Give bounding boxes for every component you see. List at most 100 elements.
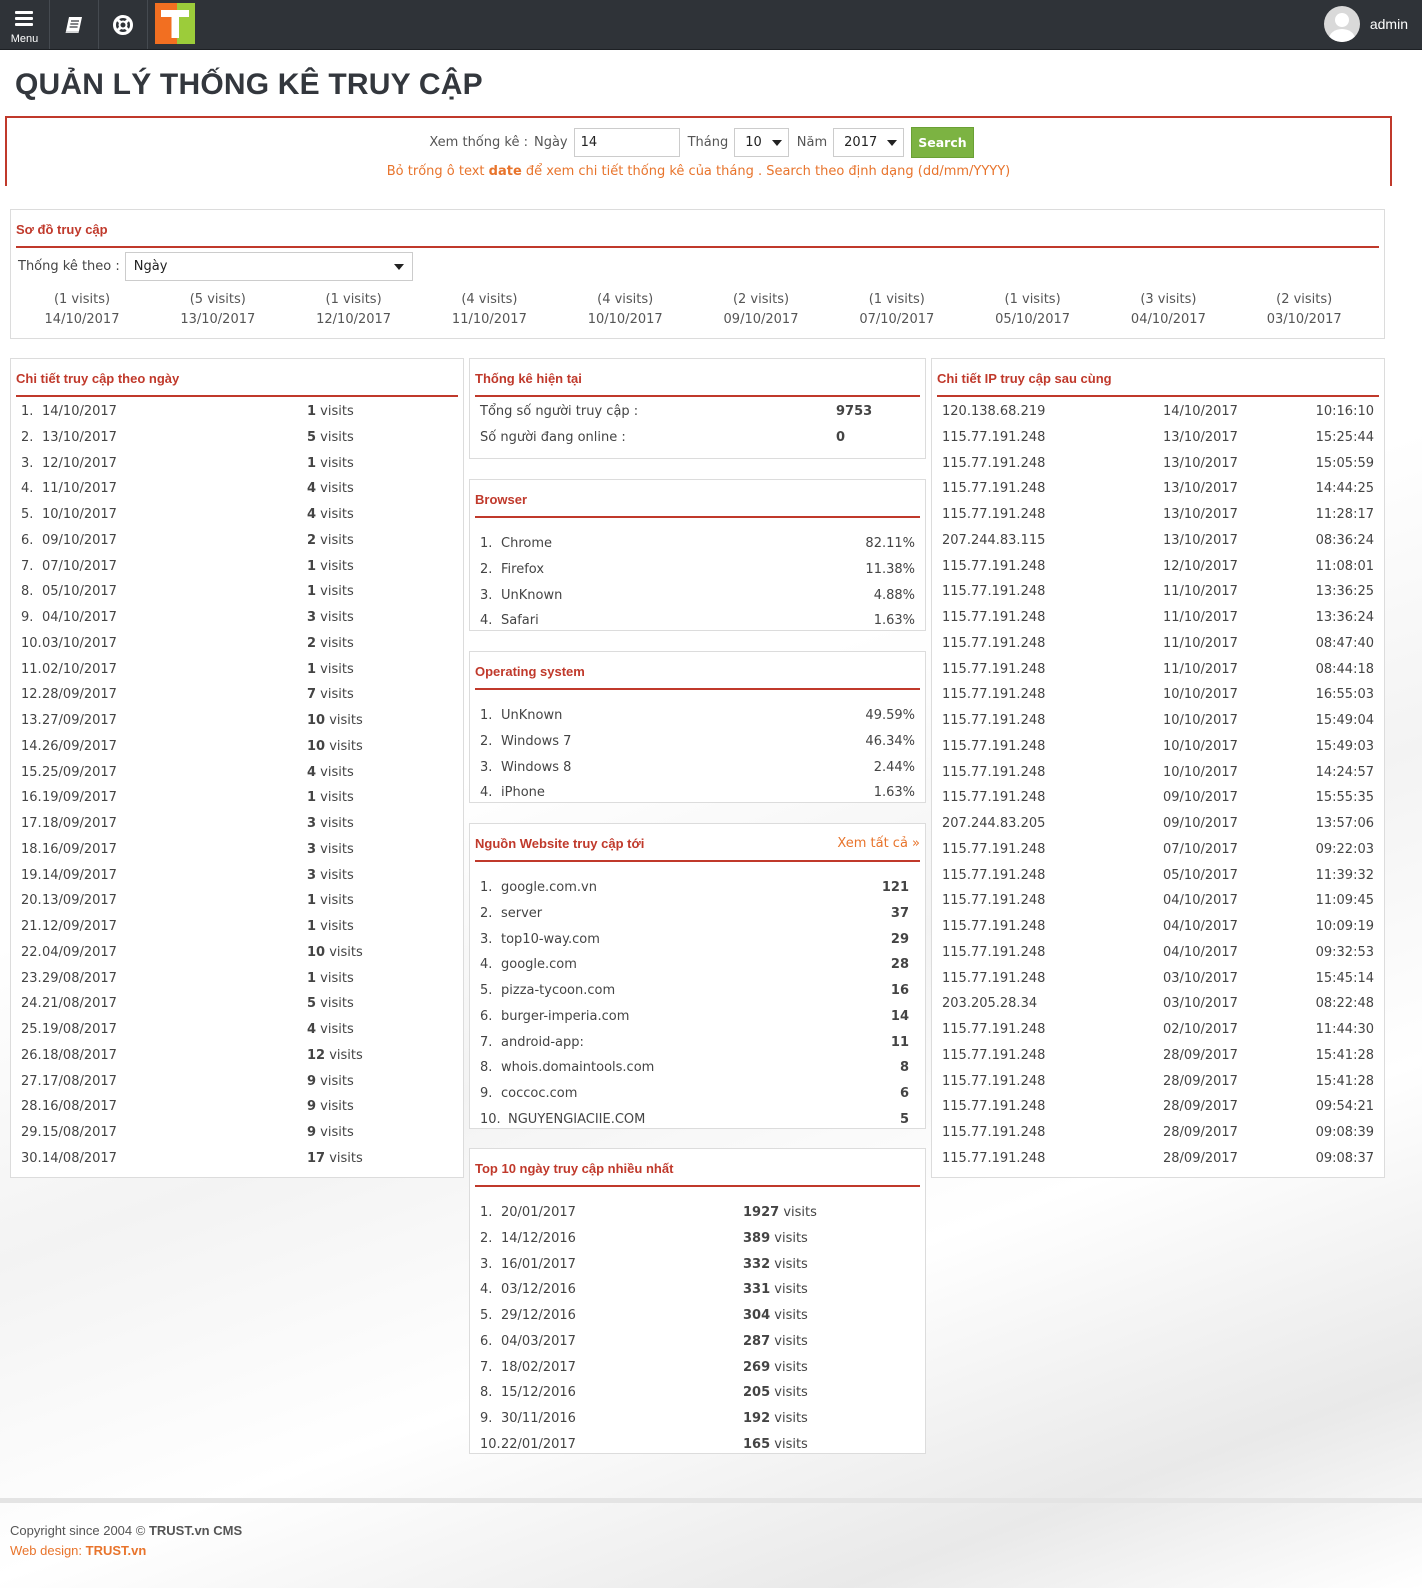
row-date: 20/01/2017 <box>501 1205 576 1220</box>
row-date: 29/08/2017 <box>42 970 117 986</box>
stat-row: Tổng số người truy cập : 9753 <box>480 400 915 425</box>
docs-button[interactable] <box>50 0 99 49</box>
stat-by-select[interactable]: Ngày <box>124 252 413 281</box>
row-date: 03/10/2017 <box>42 635 117 651</box>
view-label: Xem thống kê : <box>429 135 528 150</box>
row-visits: 1 visits <box>307 404 354 419</box>
search-button[interactable]: Search <box>911 127 974 158</box>
list-item: 115.77.191.248 04/10/2017 09:32:53 <box>942 941 1374 966</box>
chart-value-label: (1 visits) <box>868 292 925 307</box>
hint-text: Bỏ trống ô text <box>386 164 489 179</box>
row-time: 15:05:59 <box>1315 455 1374 471</box>
page-title: QUẢN LÝ THỐNG KÊ TRUY CẬP <box>15 68 483 101</box>
chart-column: (1 visits) 05/10/2017 <box>965 290 1101 330</box>
source-name[interactable]: pizza-tycoon.com <box>501 983 615 998</box>
list-item: 1. google.com.vn 121 <box>480 876 915 901</box>
source-name[interactable]: coccoc.com <box>501 1086 577 1101</box>
source-name[interactable]: NGUYENGIACIIE.COM <box>508 1112 645 1127</box>
help-button[interactable] <box>99 0 148 49</box>
row-ip: 115.77.191.248 <box>942 841 1046 857</box>
row-index: 19. <box>21 867 42 883</box>
row-date: 19/09/2017 <box>42 790 117 806</box>
user-menu[interactable]: admin <box>1323 5 1408 43</box>
row-date: 18/08/2017 <box>42 1047 117 1063</box>
source-name[interactable]: android-app: <box>501 1035 584 1050</box>
list-item: 5. pizza-tycoon.com 16 <box>480 979 915 1004</box>
visit-count: 269 <box>743 1359 771 1375</box>
list-item: 6. 04/03/2017 287 visits <box>480 1330 915 1355</box>
hamburger-icon <box>15 11 33 29</box>
row-ip: 115.77.191.248 <box>942 893 1046 909</box>
row-time: 10:09:19 <box>1315 919 1374 934</box>
row-ip: 115.77.191.248 <box>942 584 1046 600</box>
design-brand-link[interactable]: TRUST.vn <box>86 1543 147 1558</box>
row-visits: 165 visits <box>743 1437 808 1452</box>
row-time: 08:36:24 <box>1315 532 1374 548</box>
day-value: 14 <box>580 135 598 150</box>
row-name: Safari <box>501 613 539 629</box>
row-index: 4. <box>480 957 493 973</box>
view-all-link[interactable]: Xem tất cả » <box>837 836 920 851</box>
row-time: 08:22:48 <box>1315 996 1374 1012</box>
sources-panel: Nguồn Website truy cập tới Xem tất cả » 1… <box>469 823 926 1129</box>
row-visits: 331 visits <box>743 1282 808 1297</box>
visit-chart: (1 visits) 14/10/2017 (5 visits) 13/10/2017… <box>14 290 1372 330</box>
list-item: 207.244.83.115 13/10/2017 08:36:24 <box>942 529 1374 554</box>
row-date: 28/09/2017 <box>1163 1047 1238 1063</box>
row-visits: 10 visits <box>307 945 363 960</box>
trust-logo[interactable] <box>155 3 195 44</box>
visit-count: 1 <box>307 404 317 419</box>
source-name[interactable]: whois.domaintools.com <box>501 1060 654 1075</box>
row-index: 25. <box>21 1022 42 1037</box>
row-ip: 115.77.191.248 <box>942 1022 1046 1037</box>
menu-button[interactable]: Menu <box>0 0 50 49</box>
year-select[interactable]: 2017 <box>833 128 905 157</box>
visit-count: 3 <box>307 867 317 883</box>
list-item: 1. UnKnown 49.59% <box>480 704 915 729</box>
copyright: Copyright since 2004 © TRUST.vn CMS <box>10 1521 242 1541</box>
top-bar: Menu admin <box>0 0 1422 50</box>
source-count: 16 <box>890 983 909 998</box>
row-index: 14. <box>21 738 42 754</box>
source-name[interactable]: burger-imperia.com <box>501 1009 629 1024</box>
row-index: 15. <box>21 764 42 780</box>
row-visits: 389 visits <box>743 1231 808 1246</box>
row-name: UnKnown <box>501 587 563 603</box>
row-date: 28/09/2017 <box>1163 1125 1238 1140</box>
source-name[interactable]: google.com.vn <box>501 880 597 895</box>
chart-value-label: (2 visits) <box>732 292 790 307</box>
visit-count: 9 <box>307 1099 317 1115</box>
source-name[interactable]: top10-way.com <box>501 932 600 947</box>
visit-unit: visits <box>316 816 354 831</box>
row-visits: 1 visits <box>307 919 354 934</box>
avatar <box>1323 6 1360 42</box>
month-select[interactable]: 10 <box>734 128 789 157</box>
source-name[interactable]: google.com <box>501 957 577 972</box>
row-time: 09:54:21 <box>1315 1099 1374 1115</box>
row-date: 16/08/2017 <box>42 1099 117 1115</box>
visit-count: 5 <box>307 429 317 445</box>
list-item: 1. Chrome 82.11% <box>480 532 915 557</box>
list-item: 15. 25/09/2017 4 visits <box>21 761 453 786</box>
row-ip: 115.77.191.248 <box>942 455 1046 471</box>
source-name[interactable]: server <box>501 906 542 921</box>
copyright-text: Copyright since 2004 © <box>10 1523 149 1538</box>
list-item: 2. 14/12/2016 389 visits <box>480 1227 915 1252</box>
row-ip: 120.138.68.219 <box>942 404 1046 419</box>
row-date: 13/10/2017 <box>1163 532 1238 548</box>
stat-value: 0 <box>836 429 846 445</box>
row-date: 10/10/2017 <box>1163 713 1238 728</box>
list-item: 115.77.191.248 11/10/2017 13:36:24 <box>942 606 1374 631</box>
row-time: 16:55:03 <box>1315 687 1374 703</box>
row-index: 26. <box>21 1047 42 1063</box>
visit-unit: visits <box>770 1385 808 1401</box>
lifebuoy-icon <box>99 0 147 49</box>
row-date: 16/09/2017 <box>42 841 117 857</box>
row-index: 7. <box>21 558 34 574</box>
list-item: 22. 04/09/2017 10 visits <box>21 941 453 966</box>
visit-unit: visits <box>325 713 363 728</box>
list-item: 4. 03/12/2016 331 visits <box>480 1278 915 1303</box>
day-input[interactable]: 14 <box>573 128 680 157</box>
row-index: 2. <box>480 1230 493 1246</box>
row-index: 5. <box>480 983 493 998</box>
